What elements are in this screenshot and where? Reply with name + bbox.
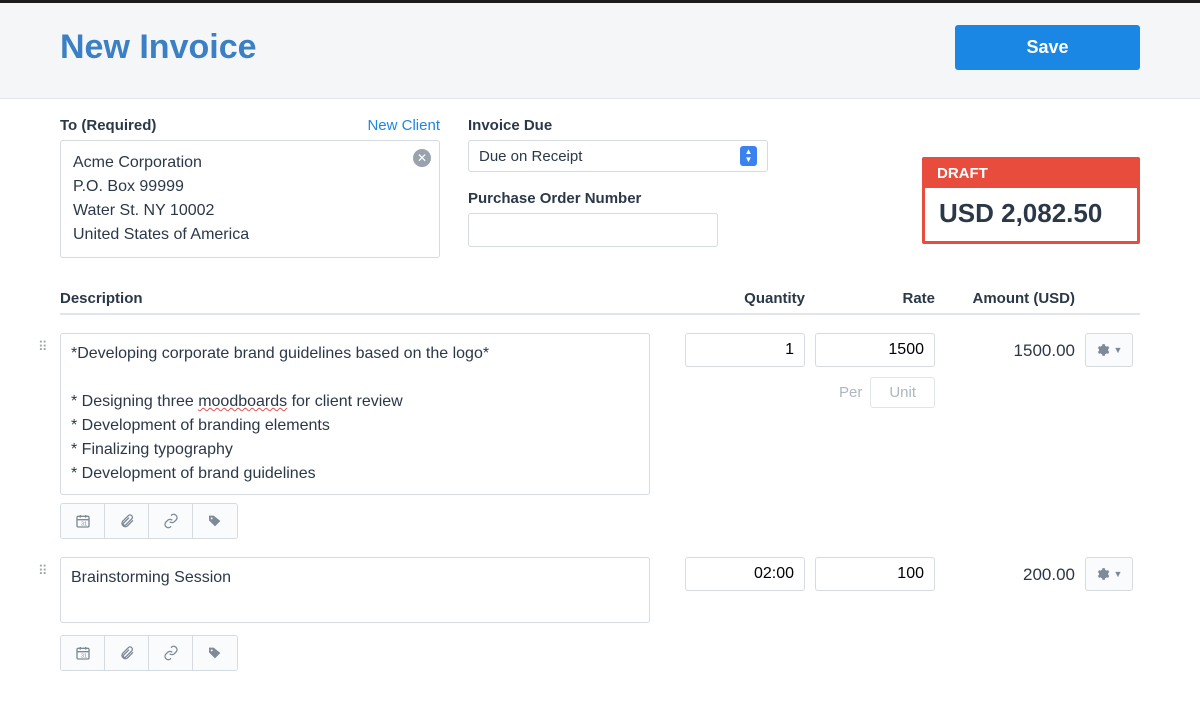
cell-amount: 1500.00 [935, 333, 1075, 361]
client-line4: United States of America [73, 223, 427, 247]
invoice-due-select[interactable]: Due on Receipt ▲▼ [468, 140, 768, 172]
line-settings-button[interactable]: ▼ [1085, 333, 1133, 367]
po-input[interactable] [468, 213, 718, 247]
link-icon[interactable] [149, 504, 193, 538]
line-toolbar: 31 [60, 635, 238, 671]
cell-actions: ▼ [1075, 557, 1133, 591]
client-line2: P.O. Box 99999 [73, 175, 427, 199]
svg-text:31: 31 [81, 522, 87, 528]
new-client-link[interactable]: New Client [367, 117, 440, 134]
quantity-input[interactable] [685, 557, 805, 591]
drag-handle-icon[interactable]: ⠿ [38, 339, 49, 355]
line-items-header: Description Quantity Rate Amount (USD) [60, 290, 1140, 315]
link-icon[interactable] [149, 636, 193, 670]
cell-actions: ▼ [1075, 333, 1133, 367]
line-toolbar: 31 [60, 503, 238, 539]
cell-quantity [670, 557, 805, 591]
client-label-row: To (Required) New Client [60, 117, 440, 134]
line-settings-button[interactable]: ▼ [1085, 557, 1133, 591]
select-stepper-icon: ▲▼ [740, 146, 757, 166]
per-label: Per [839, 384, 862, 401]
page-header: New Invoice Save [0, 3, 1200, 99]
content-area: To (Required) New Client Acme Corporatio… [0, 99, 1200, 701]
invoice-due-label: Invoice Due [468, 117, 768, 134]
col-rate: Rate [805, 290, 935, 307]
col-quantity: Quantity [685, 290, 805, 307]
svg-text:31: 31 [81, 654, 87, 660]
clear-client-icon[interactable]: ✕ [413, 149, 431, 167]
col-amount: Amount (USD) [935, 290, 1075, 307]
invoice-due-value: Due on Receipt [479, 148, 582, 165]
attachment-icon[interactable] [105, 504, 149, 538]
client-column: To (Required) New Client Acme Corporatio… [60, 117, 440, 258]
description-input[interactable] [60, 557, 650, 623]
total-column: DRAFT USD 2,082.50 [922, 117, 1140, 244]
cell-rate: Per Unit [805, 333, 935, 408]
unit-select[interactable]: Unit [870, 377, 935, 408]
cell-quantity [670, 333, 805, 367]
cell-description: *Developing corporate brand guidelines b… [60, 333, 670, 539]
rate-input[interactable] [815, 333, 935, 367]
col-description: Description [60, 290, 685, 307]
cell-rate [805, 557, 935, 591]
tag-icon[interactable] [193, 636, 237, 670]
quantity-input[interactable] [685, 333, 805, 367]
per-unit-row: Per Unit [805, 377, 935, 408]
client-name: Acme Corporation [73, 151, 427, 175]
po-label: Purchase Order Number [468, 190, 768, 207]
calendar-icon[interactable]: 31 [61, 636, 105, 670]
calendar-icon[interactable]: 31 [61, 504, 105, 538]
invoice-meta-column: Invoice Due Due on Receipt ▲▼ Purchase O… [468, 117, 768, 247]
gear-icon [1096, 343, 1110, 357]
line-item-row: ⠿ 31 200.00 [60, 539, 1140, 671]
client-line3: Water St. NY 10002 [73, 199, 427, 223]
cell-amount: 200.00 [935, 557, 1075, 585]
chevron-down-icon: ▼ [1114, 345, 1123, 355]
client-address-box[interactable]: Acme Corporation P.O. Box 99999 Water St… [60, 140, 440, 258]
drag-handle-icon[interactable]: ⠿ [38, 563, 49, 579]
attachment-icon[interactable] [105, 636, 149, 670]
client-label: To (Required) [60, 117, 156, 134]
cell-description: 31 [60, 557, 670, 671]
line-item-row: ⠿ *Developing corporate brand guidelines… [60, 315, 1140, 539]
page-title: New Invoice [60, 28, 257, 67]
invoice-total-amount: USD 2,082.50 [925, 188, 1137, 241]
invoice-total-box: DRAFT USD 2,082.50 [922, 157, 1140, 244]
invoice-top-grid: To (Required) New Client Acme Corporatio… [60, 117, 1140, 258]
rate-input[interactable] [815, 557, 935, 591]
gear-icon [1096, 567, 1110, 581]
draft-badge: DRAFT [925, 160, 1137, 188]
tag-icon[interactable] [193, 504, 237, 538]
save-button[interactable]: Save [955, 25, 1140, 70]
chevron-down-icon: ▼ [1114, 569, 1123, 579]
description-input[interactable]: *Developing corporate brand guidelines b… [60, 333, 650, 495]
